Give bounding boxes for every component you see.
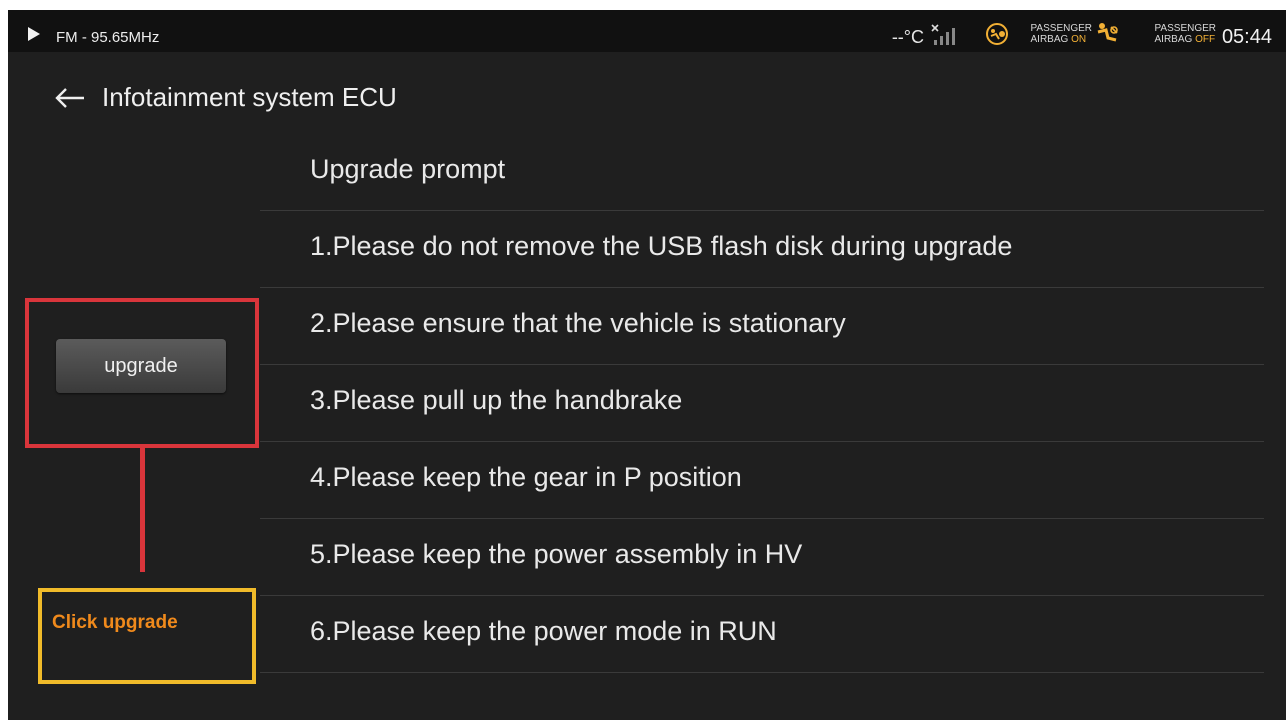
list-item: Upgrade prompt bbox=[260, 134, 1264, 211]
list-item: 6.Please keep the power mode in RUN bbox=[260, 596, 1264, 673]
highlight-box-yellow bbox=[38, 588, 256, 684]
clock: 05:44 bbox=[1221, 26, 1272, 48]
callout-label: Click upgrade bbox=[52, 612, 178, 633]
passenger-airbag-on: PASSENGER AIRBAG ON bbox=[1030, 23, 1093, 45]
list-item: 2.Please ensure that the vehicle is stat… bbox=[260, 288, 1264, 365]
highlight-box-red bbox=[25, 298, 259, 448]
back-arrow-icon[interactable] bbox=[54, 88, 86, 108]
list-item: 1.Please do not remove the USB flash dis… bbox=[260, 211, 1264, 288]
list-item: 4.Please keep the gear in P position bbox=[260, 442, 1264, 519]
temperature-readout: --°C bbox=[891, 27, 924, 47]
no-signal-icon bbox=[931, 24, 955, 45]
status-indicators: --°C PASSENGER AIRBAG ON PASSENGER AIRBA… bbox=[854, 10, 1274, 52]
callout-connector-line bbox=[140, 446, 145, 572]
airbag-on-icon bbox=[986, 23, 1008, 45]
list-item: 3.Please pull up the handbrake bbox=[260, 365, 1264, 442]
page-title: Infotainment system ECU bbox=[102, 82, 397, 112]
play-icon[interactable] bbox=[28, 27, 40, 41]
airbag-off-icon bbox=[1097, 23, 1118, 42]
radio-station[interactable]: FM - 95.65MHz bbox=[56, 29, 159, 46]
passenger-airbag-off: PASSENGER AIRBAG OFF bbox=[1154, 23, 1217, 45]
status-bar: FM - 95.65MHz --°C PASSENGER AIRBAG ON P… bbox=[8, 10, 1286, 52]
upgrade-prompt-list: Upgrade prompt 1.Please do not remove th… bbox=[260, 134, 1264, 673]
list-item: 5.Please keep the power assembly in HV bbox=[260, 519, 1264, 596]
infotainment-screen: FM - 95.65MHz --°C PASSENGER AIRBAG ON P… bbox=[8, 10, 1286, 720]
